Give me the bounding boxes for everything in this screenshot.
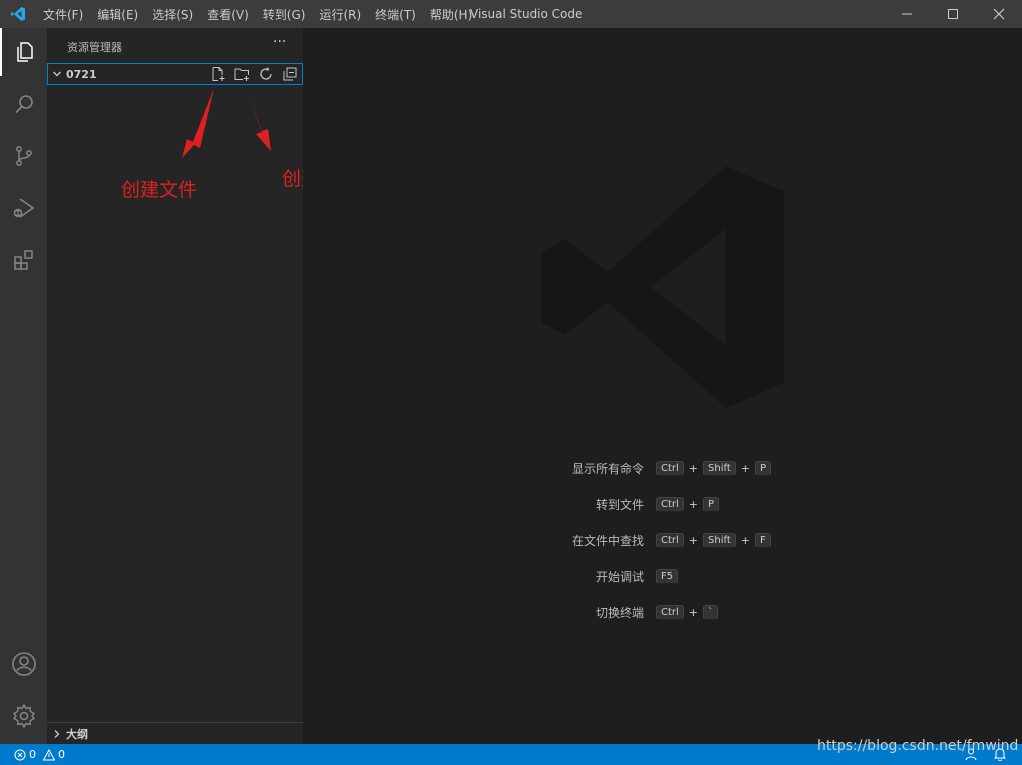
window-title: Visual Studio Code [470, 7, 583, 21]
key-cap: Ctrl [656, 496, 684, 512]
key-cap: Shift [703, 532, 736, 548]
error-icon [14, 749, 26, 760]
menu-bar: 文件(F) 编辑(E) 选择(S) 查看(V) 转到(G) 运行(R) 终端(T… [36, 6, 479, 23]
maximize-icon[interactable] [930, 0, 976, 28]
more-actions-icon[interactable]: ··· [273, 34, 286, 50]
warning-icon [43, 748, 55, 760]
shortcut-keys: Ctrl + ` [656, 604, 719, 620]
folder-header[interactable]: 0721 [47, 63, 303, 85]
csdn-watermark: https://blog.csdn.net/fmwind [817, 738, 1019, 754]
shortcut-row: 切换终端 Ctrl + ` [303, 602, 1022, 622]
editor-area: 显示所有命令 Ctrl + Shift + P 转到文件 Ctrl + P 在文件中查… [303, 28, 1022, 744]
shortcut-label: 转到文件 [595, 497, 644, 512]
outline-section[interactable]: 大纲 [47, 722, 303, 745]
key-cap: ` [703, 604, 719, 620]
menu-file[interactable]: 文件(F) [36, 6, 90, 23]
menu-view[interactable]: 查看(V) [200, 6, 256, 23]
shortcut-label: 显示所有命令 [571, 461, 644, 476]
key-cap: Ctrl [656, 460, 684, 476]
activity-bar [0, 28, 47, 744]
chevron-right-icon[interactable] [52, 729, 66, 739]
source-control-icon[interactable] [0, 132, 47, 180]
title-bar: 文件(F) 编辑(E) 选择(S) 查看(V) 转到(G) 运行(R) 终端(T… [0, 0, 1022, 28]
shortcut-row: 开始调试 F5 [303, 566, 1022, 586]
collapse-all-icon[interactable] [281, 65, 299, 83]
minimize-icon[interactable] [884, 0, 930, 28]
shortcut-keys: Ctrl + Shift + P [656, 460, 771, 476]
menu-terminal[interactable]: 终端(T) [368, 6, 423, 23]
shortcut-row: 显示所有命令 Ctrl + Shift + P [303, 458, 1022, 478]
key-cap: Ctrl [656, 532, 684, 548]
extensions-icon[interactable] [0, 236, 47, 284]
shortcut-keys: F5 [656, 568, 679, 584]
shortcut-keys: Ctrl + P [656, 496, 720, 512]
vscode-watermark-logo-icon [542, 166, 784, 408]
window-controls [884, 0, 1022, 28]
chevron-down-icon[interactable] [52, 69, 66, 79]
shortcut-label: 开始调试 [595, 569, 644, 584]
refresh-icon[interactable] [257, 65, 275, 83]
error-count: 0 [29, 748, 36, 761]
new-file-icon[interactable] [209, 65, 227, 83]
key-cap: Ctrl [656, 604, 684, 620]
run-debug-icon[interactable] [0, 184, 47, 232]
explorer-sidebar: 资源管理器 ··· 0721 大纲 [47, 28, 303, 744]
key-cap: F5 [656, 568, 679, 584]
key-cap: P [703, 496, 720, 512]
search-icon[interactable] [0, 80, 47, 128]
folder-actions [209, 64, 299, 84]
shortcut-row: 在文件中查找 Ctrl + Shift + F [303, 530, 1022, 550]
outline-label: 大纲 [66, 728, 88, 741]
menu-edit[interactable]: 编辑(E) [90, 6, 145, 23]
shortcut-label: 在文件中查找 [571, 533, 644, 548]
account-icon[interactable] [0, 640, 47, 688]
folder-name: 0721 [66, 67, 97, 81]
shortcut-label: 切换终端 [595, 605, 644, 620]
explorer-icon[interactable] [0, 28, 47, 76]
problems-indicator[interactable]: 0 0 [14, 748, 65, 761]
settings-gear-icon[interactable] [0, 692, 47, 740]
explorer-header: 资源管理器 [67, 41, 122, 54]
shortcut-row: 转到文件 Ctrl + P [303, 494, 1022, 514]
menu-selection[interactable]: 选择(S) [145, 6, 200, 23]
key-cap: P [754, 460, 771, 476]
key-cap: F [754, 532, 771, 548]
vscode-logo-icon [0, 0, 36, 28]
key-cap: Shift [703, 460, 736, 476]
new-folder-icon[interactable] [233, 65, 251, 83]
menu-go[interactable]: 转到(G) [256, 6, 313, 23]
annotation-create-file: 创建文件 [121, 179, 198, 201]
shortcut-keys: Ctrl + Shift + F [656, 532, 771, 548]
close-icon[interactable] [976, 0, 1022, 28]
menu-run[interactable]: 运行(R) [312, 6, 368, 23]
warning-count: 0 [58, 748, 65, 761]
